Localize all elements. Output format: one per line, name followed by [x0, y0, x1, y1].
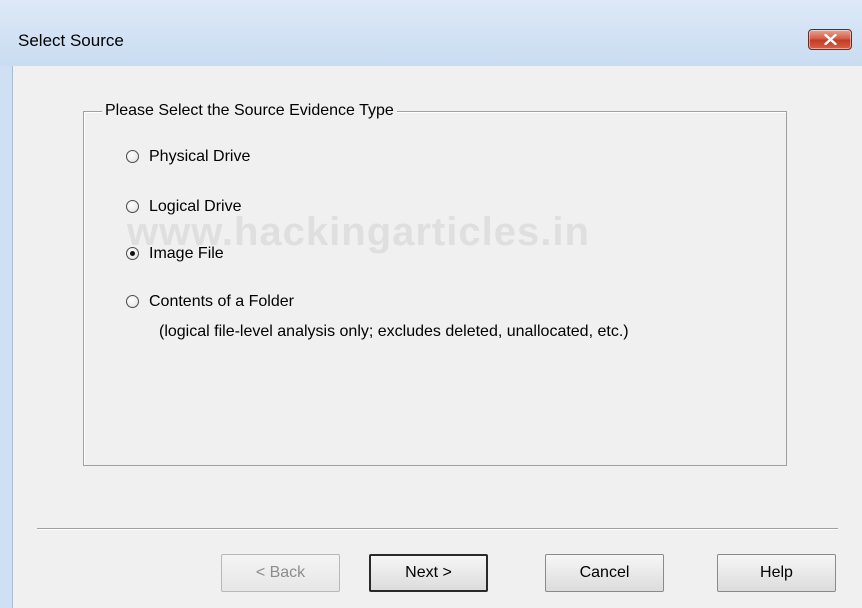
option-label-physical-drive[interactable]: Physical Drive — [149, 148, 250, 166]
close-x-icon — [824, 34, 837, 45]
next-button[interactable]: Next > — [369, 554, 488, 592]
window-title: Select Source — [18, 31, 124, 50]
button-separator — [37, 528, 838, 530]
select-source-dialog: Select Source Please Select the Source E… — [0, 0, 862, 608]
back-button[interactable]: < Back — [221, 554, 340, 592]
close-button[interactable] — [808, 29, 852, 50]
radio-button-icon[interactable] — [126, 295, 139, 308]
radio-dot-icon — [130, 251, 135, 256]
groupbox-legend: Please Select the Source Evidence Type — [102, 102, 397, 120]
radio-button-icon[interactable] — [126, 150, 139, 163]
radio-button-selected-icon[interactable] — [126, 247, 139, 260]
radio-button-icon[interactable] — [126, 200, 139, 213]
dialog-body: Please Select the Source Evidence Type w… — [12, 66, 862, 608]
option-label-image-file[interactable]: Image File — [149, 245, 224, 263]
option-label-logical-drive[interactable]: Logical Drive — [149, 198, 241, 216]
help-button[interactable]: Help — [717, 554, 836, 592]
cancel-button[interactable]: Cancel — [545, 554, 664, 592]
title-bar[interactable]: Select Source — [0, 0, 862, 66]
option-label-contents-of-folder[interactable]: Contents of a Folder — [149, 293, 294, 311]
folder-option-note: (logical file-level analysis only; exclu… — [159, 323, 629, 340]
